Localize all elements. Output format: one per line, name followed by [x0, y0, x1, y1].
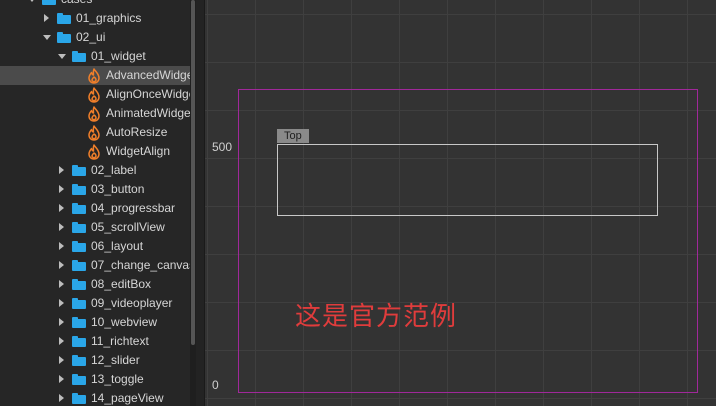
folder-icon [57, 13, 71, 24]
tree-folder-row[interactable]: 13_toggle [0, 370, 190, 389]
overlay-text: 这是官方范例 [295, 302, 458, 332]
tree-item-label: 02_ui [76, 30, 106, 44]
tree-scene-row[interactable]: AutoResize [0, 123, 190, 142]
tree-item-label: 06_layout [91, 239, 144, 253]
chevron-right-icon[interactable] [59, 375, 64, 383]
tree-scrollbar-thumb[interactable] [191, 0, 195, 345]
chevron-right-icon[interactable] [59, 204, 64, 212]
tree-folder-row[interactable]: 14_pageView [0, 389, 190, 406]
tree-item-label: AutoResize [106, 125, 168, 139]
tree-item-label: AdvancedWidget [106, 68, 190, 82]
folder-icon [72, 279, 86, 290]
tree-item-label: 10_webview [91, 315, 158, 329]
chevron-down-icon[interactable] [28, 0, 36, 2]
scene-file-icon [88, 144, 100, 160]
folder-icon [72, 203, 86, 214]
chevron-right-icon[interactable] [59, 261, 64, 269]
chevron-right-icon[interactable] [59, 356, 64, 364]
tree-item-label: 11_richtext [91, 334, 149, 348]
tree-scene-row[interactable]: WidgetAlign [0, 142, 190, 161]
tree-folder-row[interactable]: cases [0, 0, 190, 9]
folder-icon [72, 260, 86, 271]
folder-icon [72, 298, 86, 309]
folder-icon [72, 393, 86, 404]
tree-item-label: 04_progressbar [91, 201, 176, 215]
panel-divider[interactable] [196, 0, 205, 406]
tree-folder-row[interactable]: 06_layout [0, 237, 190, 256]
tree-folder-row[interactable]: 03_button [0, 180, 190, 199]
folder-icon [72, 317, 86, 328]
folder-icon [72, 222, 86, 233]
tree-item-label: AlignOnceWidget [106, 87, 190, 101]
widget-node-top[interactable] [277, 144, 658, 216]
tree-folder-row[interactable]: 01_graphics [0, 9, 190, 28]
tree-folder-row[interactable]: 10_webview [0, 313, 190, 332]
chevron-right-icon[interactable] [59, 280, 64, 288]
folder-icon [72, 336, 86, 347]
scene-file-icon [88, 87, 100, 103]
tree-folder-row[interactable]: 01_widget [0, 47, 190, 66]
folder-icon [72, 241, 86, 252]
tree-item-label: 03_button [91, 182, 145, 196]
scene-file-icon [88, 68, 100, 84]
tree-item-label: 12_slider [91, 353, 140, 367]
scene-file-icon [88, 125, 100, 141]
axis-label-500: 500 [212, 140, 233, 154]
chevron-right-icon[interactable] [59, 185, 64, 193]
folder-icon [72, 374, 86, 385]
chevron-right-icon[interactable] [59, 166, 64, 174]
tree-item-label: 14_pageView [91, 391, 164, 405]
scene-file-icon [88, 106, 100, 122]
folder-icon [42, 0, 56, 5]
chevron-right-icon[interactable] [59, 299, 64, 307]
tree-folder-row[interactable]: 11_richtext [0, 332, 190, 351]
chevron-right-icon[interactable] [59, 337, 64, 345]
tree-scene-row[interactable]: AlignOnceWidget [0, 85, 190, 104]
tree-item-label: 09_videoplayer [91, 296, 173, 310]
tree-item-label: 13_toggle [91, 372, 144, 386]
tree-folder-row[interactable]: 04_progressbar [0, 199, 190, 218]
tree-scene-row[interactable]: AdvancedWidget [0, 66, 190, 85]
assets-tree-panel[interactable]: cases 01_graphics 02_ui 01_widget AdvancedWi… [0, 0, 190, 406]
chevron-right-icon[interactable] [44, 14, 49, 22]
tree-folder-row[interactable]: 07_change_canvas [0, 256, 190, 275]
tree-item-label: 08_editBox [91, 277, 152, 291]
chevron-right-icon[interactable] [59, 223, 64, 231]
tree-folder-row[interactable]: 02_label [0, 161, 190, 180]
chevron-down-icon[interactable] [58, 54, 66, 59]
tree-folder-row[interactable]: 02_ui [0, 28, 190, 47]
chevron-right-icon[interactable] [59, 318, 64, 326]
tree-folder-row[interactable]: 08_editBox [0, 275, 190, 294]
folder-icon [72, 165, 86, 176]
folder-icon [57, 32, 71, 43]
tree-item-label: 05_scrollView [91, 220, 165, 234]
tree-folder-row[interactable]: 12_slider [0, 351, 190, 370]
chevron-down-icon[interactable] [43, 35, 51, 40]
tree-scene-row[interactable]: AnimatedWidget [0, 104, 190, 123]
tree-item-label: AnimatedWidget [106, 106, 190, 120]
chevron-right-icon[interactable] [59, 394, 64, 402]
node-name-label: Top [277, 129, 309, 143]
chevron-right-icon[interactable] [59, 242, 64, 250]
axis-label-0: 0 [212, 378, 219, 392]
tree-item-label: 02_label [91, 163, 137, 177]
tree-item-label: 01_widget [91, 49, 146, 63]
folder-icon [72, 184, 86, 195]
folder-icon [72, 51, 86, 62]
tree-item-label: cases [61, 0, 92, 9]
tree-folder-row[interactable]: 05_scrollView [0, 218, 190, 237]
folder-icon [72, 355, 86, 366]
tree-item-label: WidgetAlign [106, 144, 171, 158]
tree-folder-row[interactable]: 09_videoplayer [0, 294, 190, 313]
tree-item-label: 07_change_canvas [91, 258, 190, 272]
scene-view[interactable]: Top 500 0 这是官方范例 [205, 0, 716, 406]
tree-item-label: 01_graphics [76, 11, 142, 25]
